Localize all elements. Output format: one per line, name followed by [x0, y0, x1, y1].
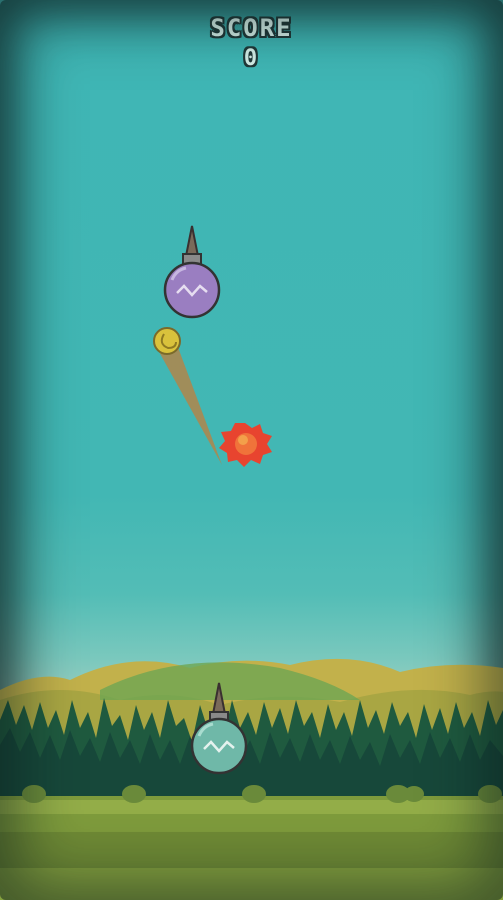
game-screen[interactable]: SCORE 0	[0, 0, 503, 900]
score-label: SCORE	[210, 14, 293, 42]
enemy-ornament-bomb	[163, 225, 221, 319]
explosion-burst	[219, 423, 272, 467]
ground-path	[0, 832, 503, 868]
game-scene	[0, 225, 503, 900]
projectile-trail	[158, 342, 222, 465]
score-value: 0	[243, 46, 260, 71]
coin-projectile	[153, 327, 181, 355]
